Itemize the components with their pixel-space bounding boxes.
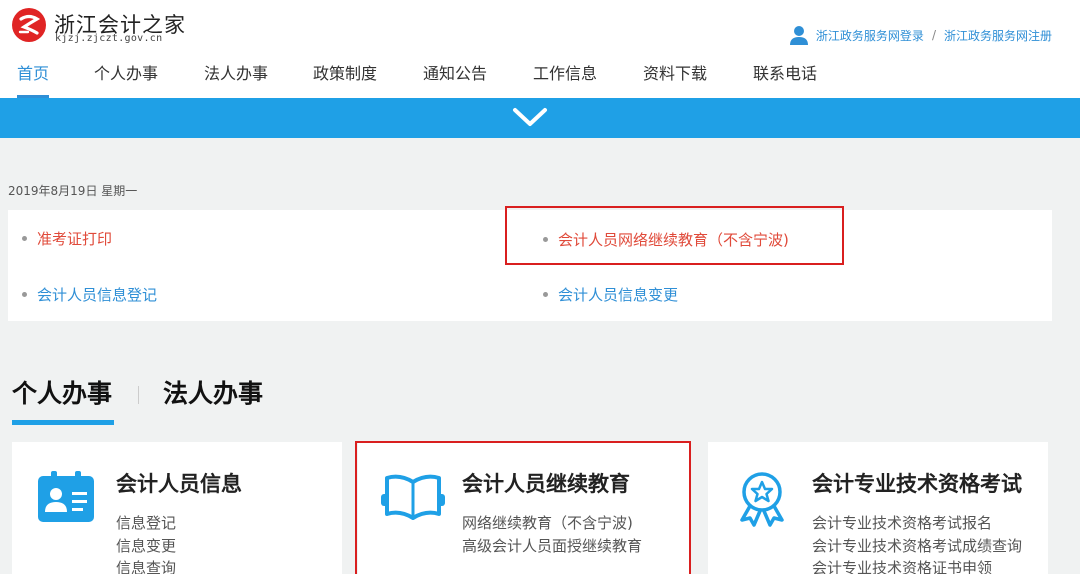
card-link-exam-score[interactable]: 会计专业技术资格考试成绩查询 <box>812 535 1022 556</box>
bullet-dot <box>22 292 27 297</box>
chevron-down-icon[interactable] <box>512 106 548 130</box>
card-title: 会计专业技术资格考试 <box>812 472 1022 496</box>
highlight-box <box>355 441 691 574</box>
card-accountant-info[interactable]: 会计人员信息 信息登记 信息变更 信息查询 <box>12 442 342 574</box>
nav-item-policy[interactable]: 政策制度 <box>313 60 377 98</box>
quick-link-label: 准考证打印 <box>37 230 113 248</box>
site-logo-icon[interactable] <box>12 8 46 42</box>
register-link[interactable]: 浙江政务服务网注册 <box>944 27 1052 44</box>
highlight-box <box>505 206 844 265</box>
card-qualification-exam[interactable]: 会计专业技术资格考试 会计专业技术资格考试报名 会计专业技术资格考试成绩查询 会… <box>708 442 1048 574</box>
card-link-exam-register[interactable]: 会计专业技术资格考试报名 <box>812 512 992 533</box>
tab-personal[interactable]: 个人办事 <box>12 374 112 410</box>
card-link-certificate[interactable]: 会计专业技术资格证书申领 <box>812 557 992 574</box>
card-title: 会计人员信息 <box>116 472 242 496</box>
nav-item-notices[interactable]: 通知公告 <box>423 60 487 98</box>
id-card-icon <box>38 471 94 522</box>
quick-link-info-register[interactable]: 会计人员信息登记 <box>22 284 157 305</box>
nav-item-corporate[interactable]: 法人办事 <box>204 60 268 98</box>
quick-link-label: 会计人员信息登记 <box>37 286 158 304</box>
nav-item-home[interactable]: 首页 <box>17 60 50 98</box>
nav-item-downloads[interactable]: 资料下载 <box>643 60 707 98</box>
site-header: 浙江会计之家 kjzj.zjczt.gov.cn 浙江政务服务网登录 / 浙江政… <box>0 0 1080 98</box>
user-icon <box>789 26 808 45</box>
link-separator: / <box>931 28 936 42</box>
site-url: kjzj.zjczt.gov.cn <box>55 33 163 44</box>
nav-item-personal[interactable]: 个人办事 <box>94 60 158 98</box>
quick-link-label: 会计人员信息变更 <box>558 286 679 304</box>
login-link[interactable]: 浙江政务服务网登录 <box>816 27 924 44</box>
bullet-dot <box>543 292 548 297</box>
expand-banner <box>0 98 1080 138</box>
tab-corporate[interactable]: 法人办事 <box>163 374 263 410</box>
award-badge-icon <box>740 472 784 527</box>
card-link-info-query[interactable]: 信息查询 <box>116 557 176 574</box>
bullet-dot <box>22 236 27 241</box>
card-link-info-change[interactable]: 信息变更 <box>116 535 176 556</box>
quick-link-info-change[interactable]: 会计人员信息变更 <box>543 284 678 305</box>
card-link-info-register[interactable]: 信息登记 <box>116 512 176 533</box>
current-date: 2019年8月19日 星期一 <box>8 184 138 198</box>
nav-item-contact[interactable]: 联系电话 <box>753 60 817 98</box>
tab-active-indicator <box>12 420 114 425</box>
nav-item-work-info[interactable]: 工作信息 <box>533 60 597 98</box>
tab-divider <box>138 386 139 404</box>
quick-link-admission-ticket[interactable]: 准考证打印 <box>22 228 112 249</box>
account-links: 浙江政务服务网登录 / 浙江政务服务网注册 <box>788 24 1052 46</box>
